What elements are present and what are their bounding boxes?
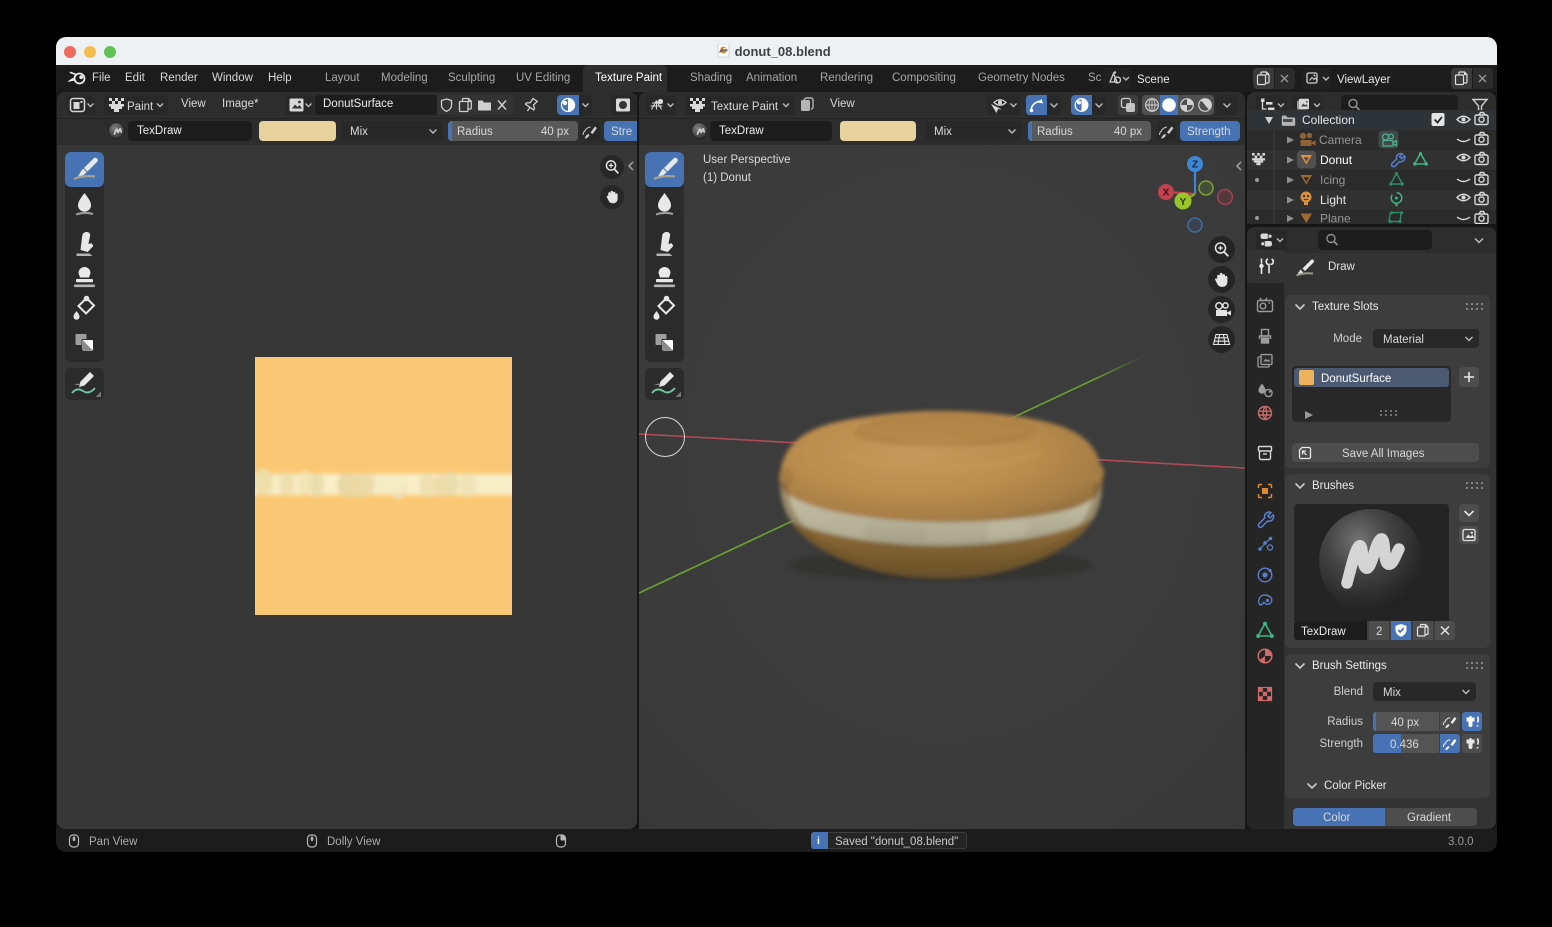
- svg-text:Light: Light: [1320, 193, 1347, 207]
- svg-text:Collection: Collection: [1302, 113, 1355, 127]
- svg-text:Plane: Plane: [1320, 212, 1351, 225]
- svg-text:Icing: Icing: [1320, 173, 1345, 187]
- svg-text:X: X: [1163, 188, 1170, 199]
- svg-text:Camera: Camera: [1319, 133, 1362, 147]
- svg-text:Donut: Donut: [1320, 153, 1353, 167]
- svg-text:Y: Y: [1180, 197, 1187, 208]
- svg-text:Z: Z: [1192, 160, 1198, 171]
